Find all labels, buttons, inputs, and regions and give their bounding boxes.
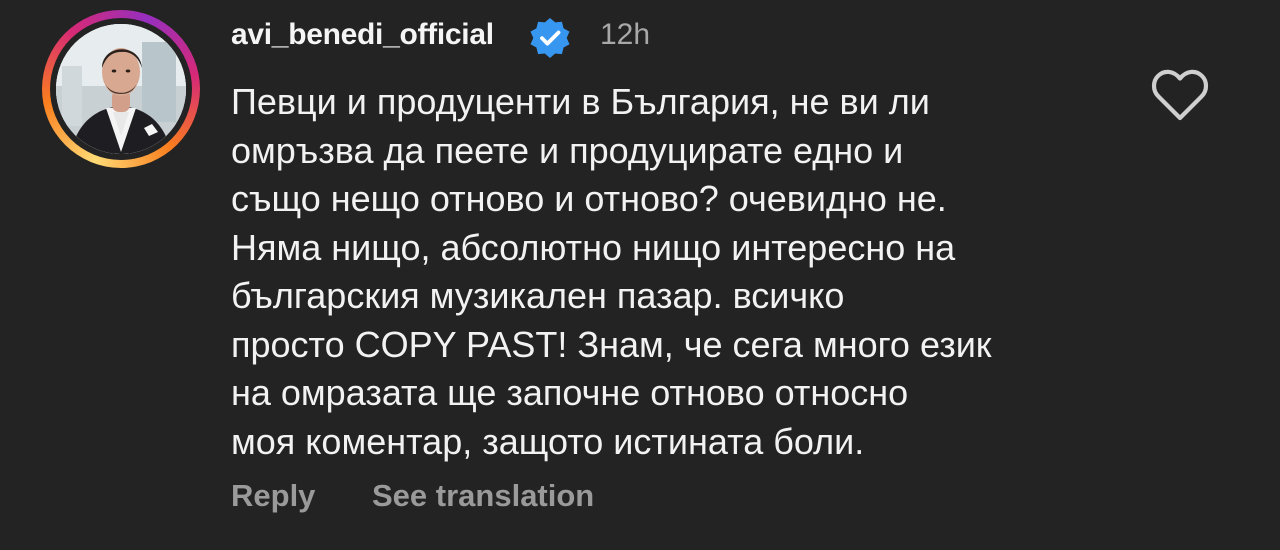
comment-timestamp: 12h [600, 18, 651, 51]
comment-text: Певци и продуценти в България, не ви ли … [231, 81, 992, 462]
see-translation-button[interactable]: See translation [372, 478, 594, 514]
avatar[interactable] [56, 24, 186, 154]
comment-username[interactable]: avi_benedi_official [231, 18, 494, 52]
avatar-story-ring[interactable] [42, 10, 200, 168]
avatar-image [56, 24, 186, 154]
heart-outline-icon[interactable] [1150, 68, 1210, 122]
reply-button[interactable]: Reply [231, 478, 315, 514]
verified-badge-icon [530, 18, 570, 58]
